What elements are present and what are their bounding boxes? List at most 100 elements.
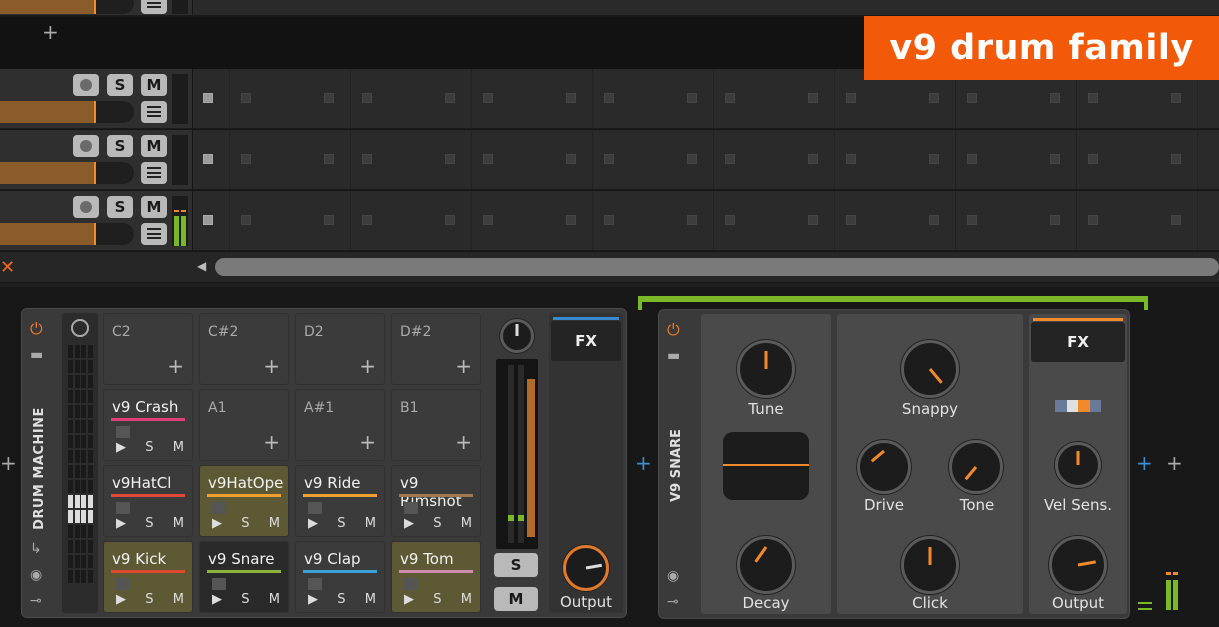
- clip-slot[interactable]: [808, 93, 818, 103]
- pad-overview-cell[interactable]: [87, 390, 93, 403]
- pad-overview-cell[interactable]: [87, 360, 93, 373]
- add-device-end-icon[interactable]: +: [1166, 453, 1183, 473]
- add-sample-icon[interactable]: +: [455, 356, 472, 376]
- pad-overview-cell[interactable]: [68, 450, 73, 463]
- clip-slot[interactable]: [846, 154, 856, 164]
- pad-mute-button[interactable]: M: [365, 516, 376, 531]
- track-lane-partial[interactable]: [193, 0, 1219, 16]
- pad-solo-button[interactable]: S: [241, 516, 249, 531]
- fx-button[interactable]: FX: [1031, 322, 1125, 362]
- click-knob[interactable]: [901, 536, 959, 594]
- pad-mute-button[interactable]: M: [269, 592, 280, 607]
- clip-slot[interactable]: [808, 215, 818, 225]
- volume-slider[interactable]: [0, 0, 134, 14]
- add-device-left-icon[interactable]: +: [0, 453, 17, 473]
- volume-slider[interactable]: [0, 162, 134, 184]
- drum-pad[interactable]: D2 +: [295, 313, 385, 385]
- clip-slot[interactable]: [1088, 154, 1098, 164]
- pad-overview-cell[interactable]: [87, 435, 93, 448]
- pad-overview-cell[interactable]: [74, 390, 80, 403]
- record-arm-button[interactable]: [73, 74, 99, 96]
- folder-icon[interactable]: ▬: [30, 347, 43, 363]
- clip-slot[interactable]: [725, 215, 735, 225]
- clip-slot[interactable]: [604, 215, 614, 225]
- close-icon[interactable]: ✕: [0, 257, 16, 278]
- pad-overview-cell[interactable]: [74, 360, 80, 373]
- envelope-display[interactable]: [723, 432, 809, 500]
- pad-overview-cell[interactable]: [68, 525, 73, 538]
- clip-lane[interactable]: [193, 191, 1219, 251]
- drum-pad[interactable]: v9HatCl ▶ S M: [103, 465, 193, 537]
- pad-overview-cell[interactable]: [68, 420, 73, 433]
- clip-lane[interactable]: [193, 130, 1219, 190]
- power-icon[interactable]: ⏻: [667, 320, 680, 340]
- pad-overview-cell[interactable]: [68, 360, 73, 373]
- volume-slider[interactable]: [0, 101, 134, 123]
- drum-pad[interactable]: C#2 +: [199, 313, 289, 385]
- clip-slot[interactable]: [1050, 154, 1060, 164]
- solo-button[interactable]: S: [107, 135, 133, 157]
- pad-play-button[interactable]: ▶: [308, 516, 318, 531]
- pad-overview-cell[interactable]: [68, 570, 73, 583]
- drum-pad[interactable]: A1 +: [199, 389, 289, 461]
- clip-slot[interactable]: [1171, 215, 1181, 225]
- drum-pad[interactable]: v9 Snare ▶ S M: [199, 541, 289, 613]
- panel-divider[interactable]: [0, 283, 1219, 287]
- clip-slot[interactable]: [566, 93, 576, 103]
- clip-slot[interactable]: [1171, 93, 1181, 103]
- clip-slot[interactable]: [929, 215, 939, 225]
- tune-knob[interactable]: [737, 340, 795, 398]
- pad-mute-button[interactable]: M: [173, 516, 184, 531]
- track-header[interactable]: S M: [0, 69, 192, 129]
- clip-slot[interactable]: [483, 215, 493, 225]
- pad-overview-cell[interactable]: [74, 450, 80, 463]
- pad-overview-cell[interactable]: [81, 345, 86, 358]
- clip-slot[interactable]: [1088, 215, 1098, 225]
- pad-solo-button[interactable]: S: [433, 592, 441, 607]
- clip-slot[interactable]: [324, 215, 334, 225]
- pad-overview-cell[interactable]: [68, 435, 73, 448]
- solo-button[interactable]: S: [494, 553, 538, 577]
- power-icon[interactable]: ⏻: [30, 319, 43, 339]
- add-sample-icon[interactable]: +: [359, 356, 376, 376]
- pad-overview-cell[interactable]: [87, 450, 93, 463]
- vel-sens-knob[interactable]: [1055, 442, 1101, 488]
- pad-overview-cell[interactable]: [81, 570, 86, 583]
- clip-slot[interactable]: [725, 154, 735, 164]
- clip-slot[interactable]: [203, 93, 213, 103]
- volume-fader[interactable]: [527, 379, 535, 537]
- clip-slot[interactable]: [604, 154, 614, 164]
- clip-slot[interactable]: [808, 154, 818, 164]
- pad-overview-cell[interactable]: [87, 420, 93, 433]
- pad-overview-cell[interactable]: [74, 525, 80, 538]
- clip-slot[interactable]: [445, 215, 455, 225]
- drum-pad[interactable]: v9 Clap ▶ S M: [295, 541, 385, 613]
- add-sample-icon[interactable]: +: [263, 432, 280, 452]
- drum-pad[interactable]: v9 Ride ▶ S M: [295, 465, 385, 537]
- arrow-down-right-icon[interactable]: ↳: [30, 541, 42, 557]
- pad-overview-cell[interactable]: [68, 390, 73, 403]
- drum-pad[interactable]: B1 +: [391, 389, 481, 461]
- pad-overview-cell[interactable]: [81, 450, 86, 463]
- horizontal-scrollbar[interactable]: [215, 258, 1219, 276]
- add-sample-icon[interactable]: +: [359, 432, 376, 452]
- pad-overview-cell[interactable]: [74, 435, 80, 448]
- pad-overview-cell[interactable]: [81, 510, 86, 523]
- clip-slot[interactable]: [604, 93, 614, 103]
- pad-mute-button[interactable]: M: [461, 516, 472, 531]
- pad-overview-cell[interactable]: [74, 465, 80, 478]
- add-device-icon[interactable]: +: [635, 453, 652, 473]
- clip-slot[interactable]: [241, 215, 251, 225]
- folder-icon[interactable]: ▬: [667, 348, 680, 364]
- clip-slot[interactable]: [203, 154, 213, 164]
- pad-overview-cell[interactable]: [68, 405, 73, 418]
- pad-play-button[interactable]: ▶: [212, 592, 222, 607]
- pad-overview-cell[interactable]: [87, 540, 93, 553]
- pad-play-button[interactable]: ▶: [308, 592, 318, 607]
- track-header[interactable]: S M: [0, 130, 192, 190]
- pad-play-button[interactable]: ▶: [116, 516, 126, 531]
- clip-slot[interactable]: [483, 154, 493, 164]
- pad-overview-cell[interactable]: [74, 375, 80, 388]
- tone-knob[interactable]: [949, 440, 1003, 494]
- clip-slot[interactable]: [967, 154, 977, 164]
